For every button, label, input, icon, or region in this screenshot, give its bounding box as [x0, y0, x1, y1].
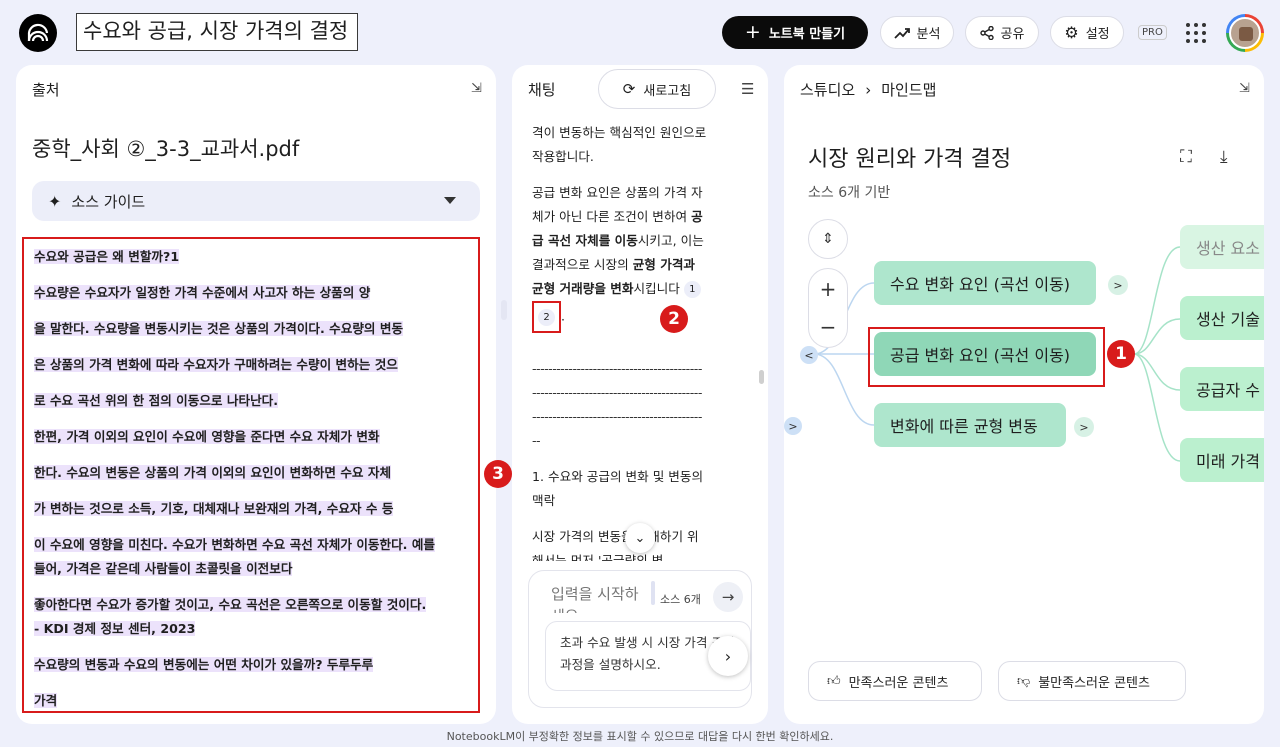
pro-badge: PRO [1138, 25, 1167, 40]
divider-text: ----------------------------------------… [532, 409, 702, 424]
annotation-badge-3: 3 [484, 460, 512, 488]
mindmap-node-leaf[interactable]: 미래 가격 예상 [1180, 438, 1264, 482]
share-icon [979, 25, 994, 40]
citation-chip[interactable]: 1 [683, 281, 701, 298]
source-line: 좋아한다면 수요가 증가할 것이고, 수요 곡선은 오른쪽으로 이동할 것이다. [34, 597, 427, 612]
next-suggestion-button[interactable]: › [708, 636, 748, 676]
arrow-right-icon: → [721, 588, 735, 606]
disclaimer-text: NotebookLM이 부정확한 정보를 표시할 수 있으므로 대답을 다시 한… [446, 730, 834, 743]
analytics-label: 분석 [916, 27, 941, 42]
source-line: 을 말한다. 수요량을 변동시키는 것은 상품의 가격이다. 수요량의 변동 [34, 321, 404, 336]
trending-up-icon [893, 27, 910, 39]
thumbs-up-label: 만족스러운 콘텐츠 [848, 675, 949, 691]
scroll-down-button[interactable]: ⌄ [625, 523, 655, 553]
unfold-icon: ⇕ [822, 231, 834, 247]
source-line: 한다. 수요의 변동은 상품의 가격 이외의 요인이 변화하면 수요 자체 [34, 465, 392, 480]
collapse-panel-icon[interactable]: ⇲ [471, 81, 482, 96]
source-file-title: 중학_사회 ②_3-3_교과서.pdf [32, 137, 300, 161]
plus-icon: + [744, 21, 761, 43]
refresh-label: 새로고침 [643, 83, 692, 99]
source-line: 들어, 가격은 같은데 사람들이 초콜릿을 이전보다 [34, 561, 293, 576]
studio-panel: 스튜디오 › 마인드맵 ⇲ 시장 원리와 가격 결정 소스 6개 기반 ⛶ ⤓ … [784, 65, 1264, 724]
mindmap-node-leaf[interactable]: 생산 기술 발전 [1180, 296, 1264, 340]
divider-text: -- [532, 433, 541, 448]
zoom-out-icon[interactable]: − [820, 315, 837, 339]
source-panel: 출처 ⇲ 중학_사회 ②_3-3_교과서.pdf ✦ 소스 가이드 수요와 공급… [16, 65, 496, 724]
panel-resize-handle[interactable] [501, 300, 507, 320]
expand-collapse-all-button[interactable]: ⇕ [808, 219, 848, 259]
chat-panel-title: 채팅 [528, 81, 556, 99]
chevron-down-icon: ⌄ [634, 530, 646, 546]
chat-messages: 격이 변동하는 핵심적인 원인으로 작용합니다. 공급 변화 요인은 상품의 가… [532, 121, 708, 573]
divider-text: ----------------------------------------… [532, 361, 702, 376]
settings-button[interactable]: ⚙ 설정 [1050, 16, 1124, 49]
apps-grid-icon[interactable] [1186, 23, 1206, 43]
source-text-highlight-box: 수요와 공급은 왜 변할까?1 수요량은 수요자가 일정한 가격 수준에서 사고… [22, 237, 480, 713]
chat-paragraph: 1. 수요와 공급의 변화 및 변동의 맥락 [532, 469, 704, 508]
notebook-title-input[interactable]: 수요와 공급, 시장 가격의 결정 [76, 13, 358, 51]
tune-icon[interactable]: ☰ [741, 80, 754, 98]
source-line: 가 변하는 것으로 소득, 기호, 대체재나 보완재의 가격, 수요자 수 등 [34, 501, 394, 516]
source-line: 가격 [34, 693, 58, 708]
mindmap-node-leaf[interactable]: 공급자 수 [1180, 367, 1264, 411]
source-line: 이 수요에 영향을 미친다. 수요가 변화하면 수요 곡선 자체가 이동한다. … [34, 537, 436, 552]
chat-scrollbar[interactable] [759, 370, 764, 384]
chevron-right-icon: › [724, 646, 732, 666]
mindmap-node-demand[interactable]: 수요 변화 요인 (곡선 이동) [874, 261, 1096, 305]
new-notebook-label: 노트북 만들기 [768, 27, 846, 42]
source-citation: - KDI 경제 정보 센터, 2023 [34, 621, 196, 636]
thumbs-up-icon: 👍︎ [827, 673, 841, 689]
share-button[interactable]: 공유 [965, 16, 1039, 49]
annotation-badge-2: 2 [660, 305, 688, 333]
citation-highlight-box: 2 [532, 301, 561, 333]
source-heading: 수요와 공급은 왜 변할까?1 [34, 249, 180, 264]
source-line: 한편, 가격 이외의 요인이 수요에 영향을 준다면 수요 자체가 변화 [34, 429, 380, 444]
chat-paragraph: 격이 변동하는 핵심적인 원인으로 작용합니다. [532, 125, 707, 164]
new-notebook-button[interactable]: + 노트북 만들기 [722, 16, 868, 49]
zoom-controls: + − [808, 268, 848, 348]
divider-text: ----------------------------------------… [532, 385, 702, 400]
annotation-badge-1: 1 [1107, 340, 1135, 368]
settings-label: 설정 [1085, 27, 1110, 42]
gear-icon: ⚙ [1064, 23, 1079, 42]
zoom-in-icon[interactable]: + [820, 277, 837, 301]
thumbs-down-button[interactable]: 👎︎ 불만족스러운 콘텐츠 [998, 661, 1186, 701]
top-bar: 수요와 공급, 시장 가격의 결정 + 노트북 만들기 분석 공유 ⚙ 설정 P… [0, 0, 1280, 64]
send-button[interactable]: → [713, 582, 743, 612]
sparkle-icon: ✦ [48, 191, 62, 211]
share-label: 공유 [1000, 27, 1025, 42]
source-count-label: 소스 6개 [660, 593, 701, 606]
refresh-icon: ⟳ [622, 80, 636, 98]
source-guide-toggle[interactable]: ✦ 소스 가이드 [32, 181, 480, 221]
avatar[interactable] [1226, 14, 1264, 52]
mindmap-node-equilibrium[interactable]: 변화에 따른 균형 변동 [874, 403, 1066, 447]
collapse-left-button[interactable]: < [800, 346, 818, 364]
chat-input[interactable]: 입력을 시작하세요... [551, 583, 641, 613]
expand-node-button[interactable]: > [1074, 417, 1094, 437]
notebooklm-logo-icon[interactable] [19, 14, 57, 52]
citation-chip[interactable]: 2 [538, 309, 555, 326]
chat-paragraph: 시장 가격의 변동을 이해하기 위해서는 먼저 '공급량의 변 [532, 529, 699, 561]
node-highlight-box [868, 327, 1105, 387]
source-guide-label: 소스 가이드 [71, 192, 146, 211]
expand-node-button[interactable]: > [1108, 275, 1128, 295]
source-panel-title: 출처 [32, 81, 60, 99]
mindmap-node-leaf[interactable]: 생산 요소 가격 [1180, 225, 1264, 269]
analytics-button[interactable]: 분석 [880, 16, 954, 49]
thumbs-down-icon: 👎︎ [1017, 673, 1031, 689]
expand-left-button[interactable]: > [784, 417, 802, 435]
chevron-down-icon [444, 197, 456, 204]
source-line: 수요량은 수요자가 일정한 가격 수준에서 사고자 하는 상품의 양 [34, 285, 371, 300]
refresh-button[interactable]: ⟳ 새로고침 [598, 69, 716, 109]
thumbs-down-label: 불만족스러운 콘텐츠 [1038, 675, 1150, 691]
thumbs-up-button[interactable]: 👍︎ 만족스러운 콘텐츠 [808, 661, 982, 701]
source-line: 은 상품의 가격 변화에 따라 수요자가 구매하려는 수량이 변하는 것으 [34, 357, 398, 372]
chat-panel: 채팅 ⟳ 새로고침 ☰ 격이 변동하는 핵심적인 원인으로 작용합니다. 공급 … [512, 65, 768, 724]
input-separator [651, 581, 655, 605]
source-line: 수요량의 변동과 수요의 변동에는 어떤 차이가 있을까? 두루두루 [34, 657, 374, 672]
source-line: 로 수요 곡선 위의 한 점의 이동으로 나타난다. [34, 393, 279, 408]
